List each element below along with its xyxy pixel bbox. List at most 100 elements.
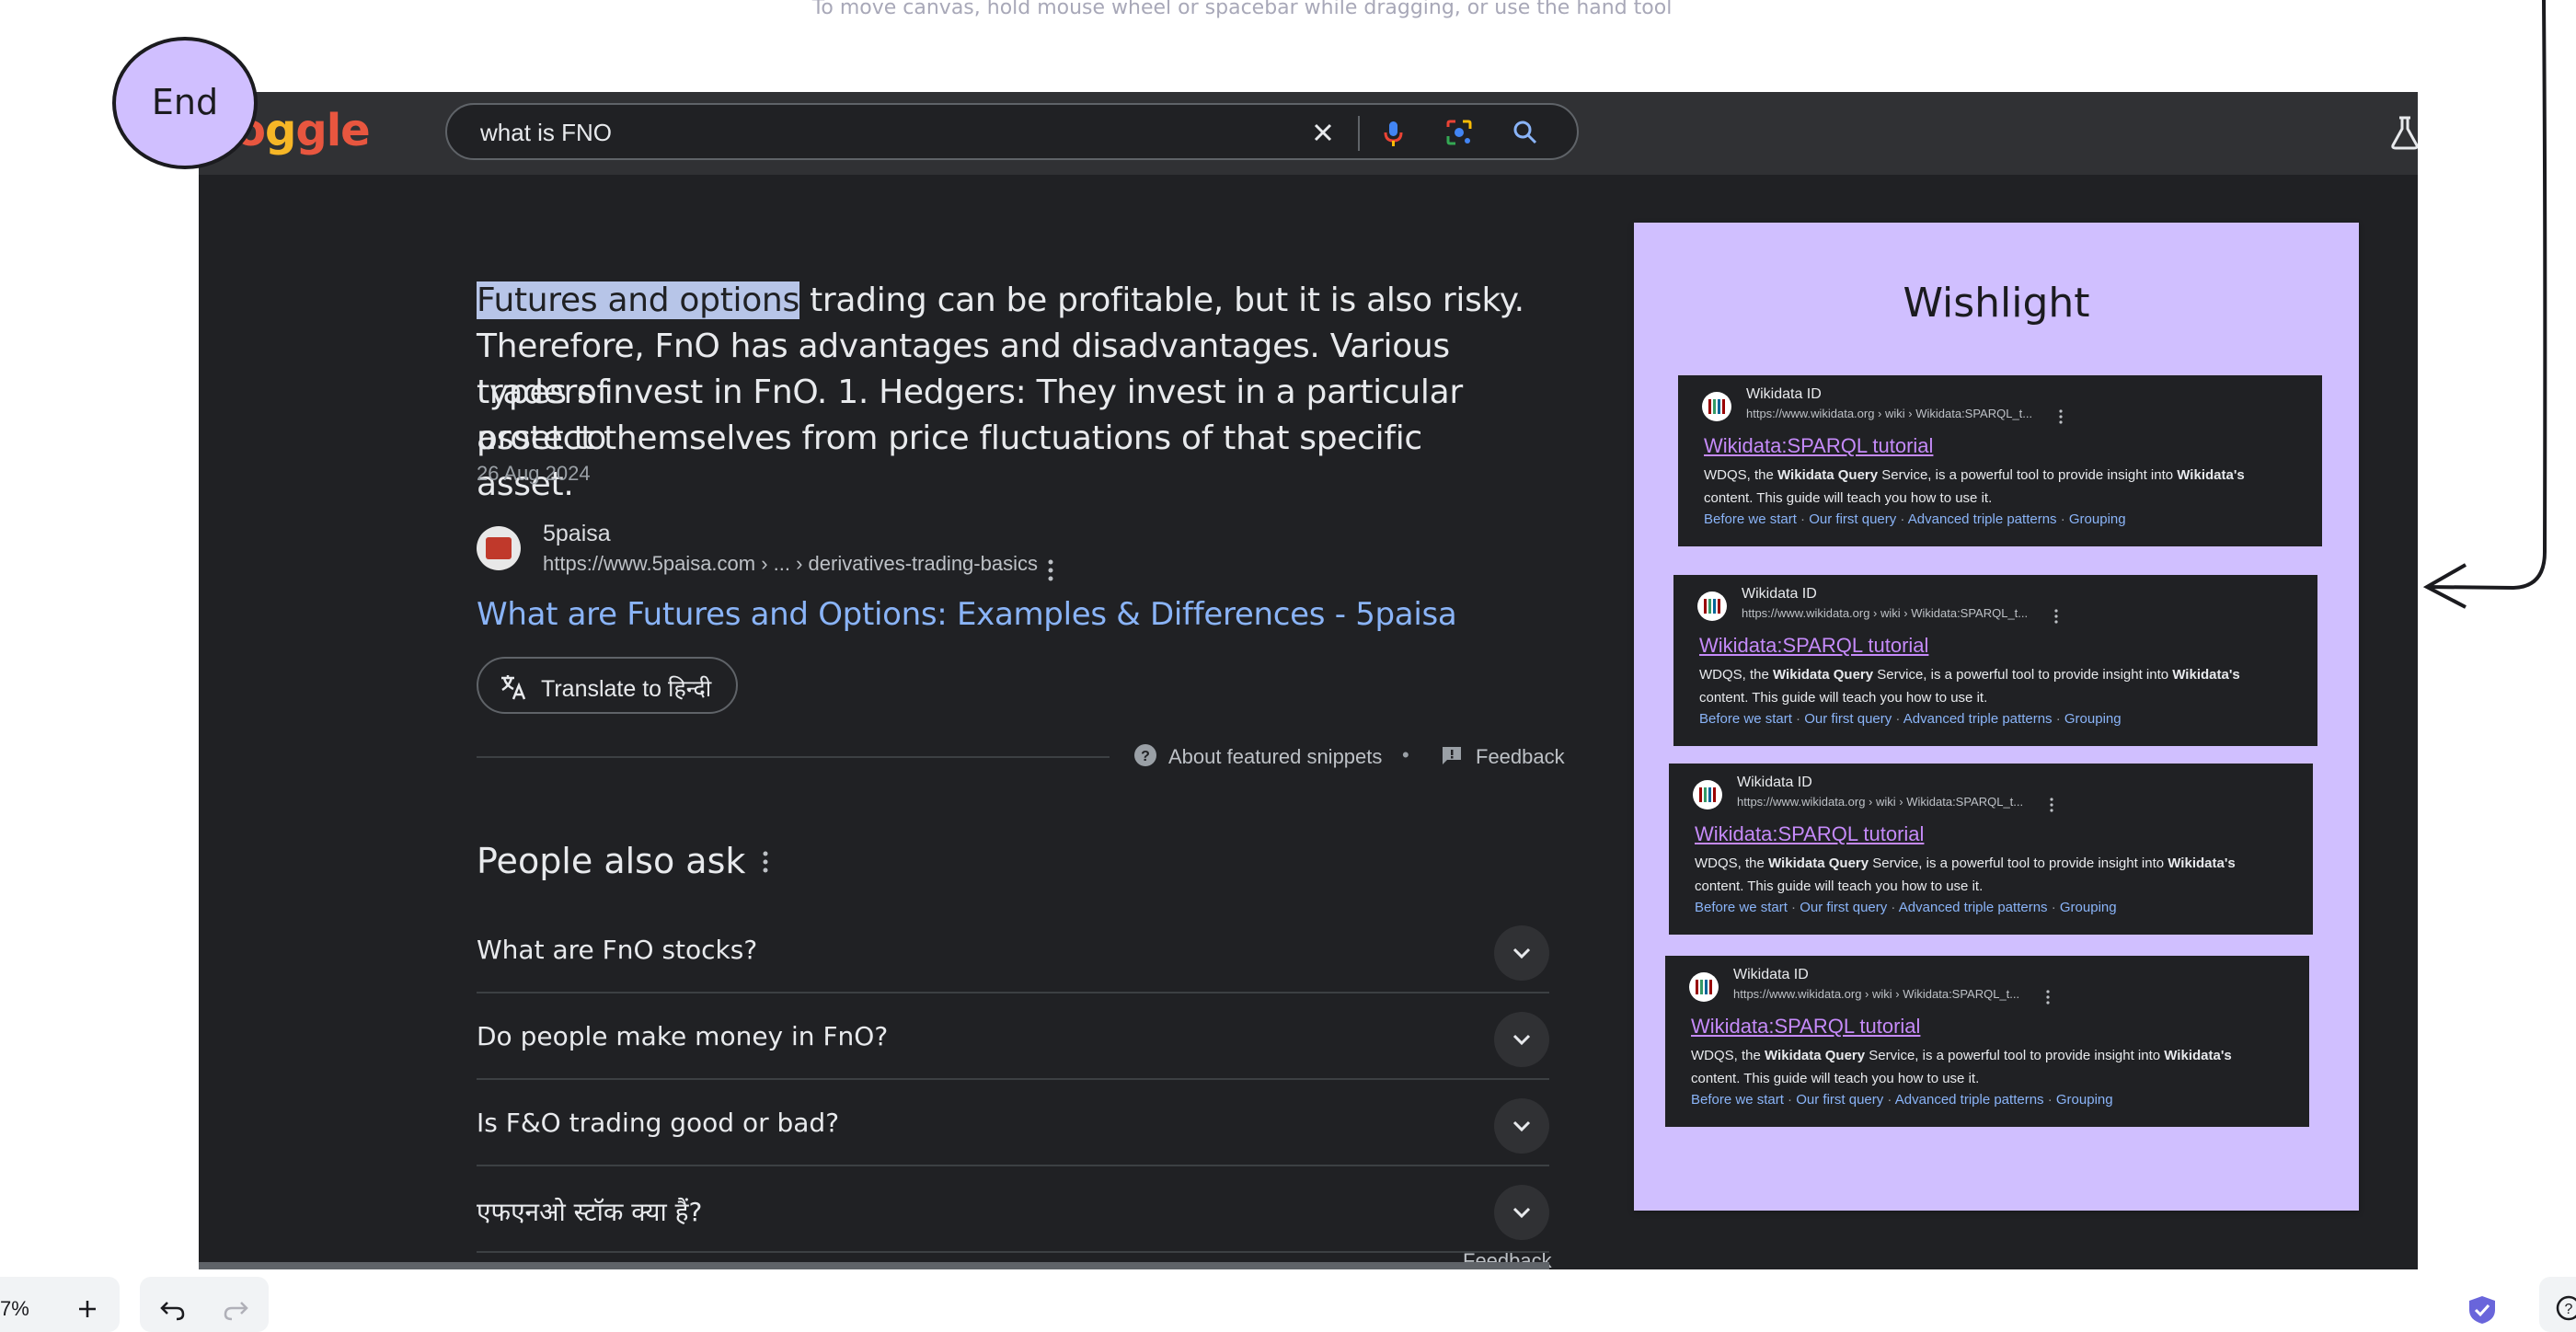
clear-icon[interactable] <box>1305 114 1341 151</box>
wishlist-card[interactable]: Wikidata ID https://www.wikidata.org › w… <box>1673 575 2317 746</box>
svg-text:?: ? <box>2565 1302 2573 1317</box>
5paisa-favicon[interactable] <box>477 526 521 570</box>
wishlist-frame[interactable]: Wishlight Wikidata ID https://www.wikida… <box>1634 223 2359 1211</box>
sitelink[interactable]: Before we start <box>1695 900 1788 915</box>
more-options-icon[interactable] <box>2048 797 2055 813</box>
separator-dot: • <box>1402 743 1409 766</box>
more-options-icon[interactable] <box>2044 989 2052 1005</box>
people-also-ask-title: People also ask <box>477 841 746 881</box>
question-text: एफएनओ स्टॉक क्या हैं? <box>477 1197 703 1227</box>
sitelink[interactable]: Before we start <box>1704 511 1797 527</box>
results-main: Futures and options trading can be profi… <box>199 175 1634 1269</box>
card-site-name: Wikidata ID <box>1746 386 1822 402</box>
more-options-icon[interactable] <box>2057 408 2064 425</box>
source-site-name[interactable]: 5paisa <box>543 521 611 547</box>
sitelink[interactable]: Advanced triple patterns <box>1895 1092 2044 1108</box>
card-url[interactable]: https://www.wikidata.org › wiki › Wikida… <box>1746 407 2032 420</box>
search-header: oggle what is FNO <box>199 92 2418 175</box>
snippet-line-4: protect themselves from price fluctuatio… <box>477 419 1422 503</box>
zoom-level[interactable]: 7% <box>0 1297 29 1321</box>
expand-button[interactable] <box>1494 1185 1549 1240</box>
question-row[interactable]: एफएनओ स्टॉक क्या हैं? <box>477 1166 1549 1253</box>
question-row[interactable]: Do people make money in FnO? <box>477 993 1549 1080</box>
card-title-link[interactable]: Wikidata:SPARQL tutorial <box>1695 822 1924 846</box>
help-button[interactable]: ? <box>2539 1277 2576 1332</box>
chevron-down-icon <box>1512 1120 1531 1132</box>
card-sitelinks: Before we start · Our first query · Adva… <box>1695 900 2117 915</box>
sitelink[interactable]: Our first query <box>1800 900 1887 915</box>
card-title-link[interactable]: Wikidata:SPARQL tutorial <box>1704 434 1933 458</box>
wishlist-card[interactable]: Wikidata ID https://www.wikidata.org › w… <box>1665 956 2309 1127</box>
search-box[interactable]: what is FNO <box>445 103 1579 160</box>
sitelink[interactable]: Before we start <box>1699 711 1792 727</box>
search-input[interactable]: what is FNO <box>480 119 612 147</box>
sitelink[interactable]: Advanced triple patterns <box>1899 900 2048 915</box>
card-url[interactable]: https://www.wikidata.org › wiki › Wikida… <box>1733 987 2019 1001</box>
translate-label: Translate to हिन्दी <box>541 676 712 702</box>
question-row[interactable]: Is F&O trading good or bad? <box>477 1080 1549 1166</box>
source-url[interactable]: https://www.5paisa.com › ... › derivativ… <box>543 552 1038 576</box>
card-sitelinks: Before we start · Our first query · Adva… <box>1704 511 2126 527</box>
zoom-controls: 7% <box>0 1277 120 1332</box>
more-options-icon[interactable] <box>2053 608 2060 625</box>
card-url[interactable]: https://www.wikidata.org › wiki › Wikida… <box>1742 606 2028 620</box>
card-site-name: Wikidata ID <box>1733 967 1809 982</box>
expand-button[interactable] <box>1494 925 1549 981</box>
wishlist-title: Wishlight <box>1903 280 2090 327</box>
card-title-link[interactable]: Wikidata:SPARQL tutorial <box>1699 634 1928 658</box>
sitelink[interactable]: Grouping <box>2060 900 2117 915</box>
card-description: WDQS, the Wikidata Query Service, is a p… <box>1699 667 2240 706</box>
connector-arrow[interactable] <box>2410 0 2576 626</box>
feedback-icon <box>1443 747 1461 764</box>
snippet-line-1: Futures and options trading can be profi… <box>477 278 1525 324</box>
card-site-name: Wikidata ID <box>1737 775 1812 790</box>
sitelink[interactable]: Our first query <box>1809 511 1896 527</box>
snippet-highlight: Futures and options <box>477 281 799 319</box>
expand-button[interactable] <box>1494 1012 1549 1067</box>
zoom-in-icon[interactable] <box>75 1297 99 1321</box>
card-title-link[interactable]: Wikidata:SPARQL tutorial <box>1691 1015 1920 1039</box>
sitelink[interactable]: Advanced triple patterns <box>1903 711 2053 727</box>
horizontal-scrollbar[interactable] <box>199 1262 1549 1269</box>
card-description: WDQS, the Wikidata Query Service, is a p… <box>1695 855 2236 894</box>
wikidata-favicon <box>1697 591 1727 621</box>
expand-button[interactable] <box>1494 1098 1549 1154</box>
question-row[interactable]: What are FnO stocks? <box>477 907 1549 993</box>
more-options-icon[interactable] <box>760 848 771 876</box>
search-divider <box>1358 116 1360 151</box>
translate-button[interactable]: Translate to हिन्दी <box>477 657 738 714</box>
undo-icon[interactable] <box>158 1297 186 1321</box>
card-description: WDQS, the Wikidata Query Service, is a p… <box>1704 467 2245 506</box>
sitelink[interactable]: Grouping <box>2064 711 2122 727</box>
chevron-down-icon <box>1512 947 1531 959</box>
lens-icon[interactable] <box>1441 114 1478 151</box>
translate-icon <box>501 675 526 700</box>
microphone-icon[interactable] <box>1374 114 1411 151</box>
card-description: WDQS, the Wikidata Query Service, is a p… <box>1691 1048 2232 1086</box>
help-icon: ? <box>1134 744 1156 766</box>
shield-check-icon[interactable] <box>2467 1295 2497 1325</box>
wishlist-card[interactable]: Wikidata ID https://www.wikidata.org › w… <box>1669 764 2313 935</box>
more-options-icon[interactable] <box>1045 557 1056 583</box>
question-text: Do people make money in FnO? <box>477 1021 889 1051</box>
sitelink[interactable]: Our first query <box>1796 1092 1883 1108</box>
card-sitelinks: Before we start · Our first query · Adva… <box>1691 1092 2113 1108</box>
card-sitelinks: Before we start · Our first query · Adva… <box>1699 711 2122 727</box>
help-icon: ? <box>2556 1295 2576 1321</box>
end-node[interactable]: End <box>112 37 258 169</box>
sitelink[interactable]: Grouping <box>2069 511 2126 527</box>
history-controls <box>140 1277 269 1332</box>
svg-text:?: ? <box>1141 749 1150 764</box>
card-url[interactable]: https://www.wikidata.org › wiki › Wikida… <box>1737 795 2023 809</box>
feedback-label[interactable]: Feedback <box>1476 745 1565 769</box>
sitelink[interactable]: Our first query <box>1804 711 1892 727</box>
wikidata-favicon <box>1693 780 1722 810</box>
sitelink[interactable]: Advanced triple patterns <box>1908 511 2057 527</box>
question-text: What are FnO stocks? <box>477 935 758 965</box>
wishlist-card[interactable]: Wikidata ID https://www.wikidata.org › w… <box>1678 375 2322 546</box>
sitelink[interactable]: Before we start <box>1691 1092 1784 1108</box>
search-icon[interactable] <box>1507 114 1544 151</box>
result-link-title[interactable]: What are Futures and Options: Examples &… <box>477 596 1457 633</box>
sitelink[interactable]: Grouping <box>2056 1092 2113 1108</box>
redo-icon[interactable] <box>223 1297 250 1321</box>
